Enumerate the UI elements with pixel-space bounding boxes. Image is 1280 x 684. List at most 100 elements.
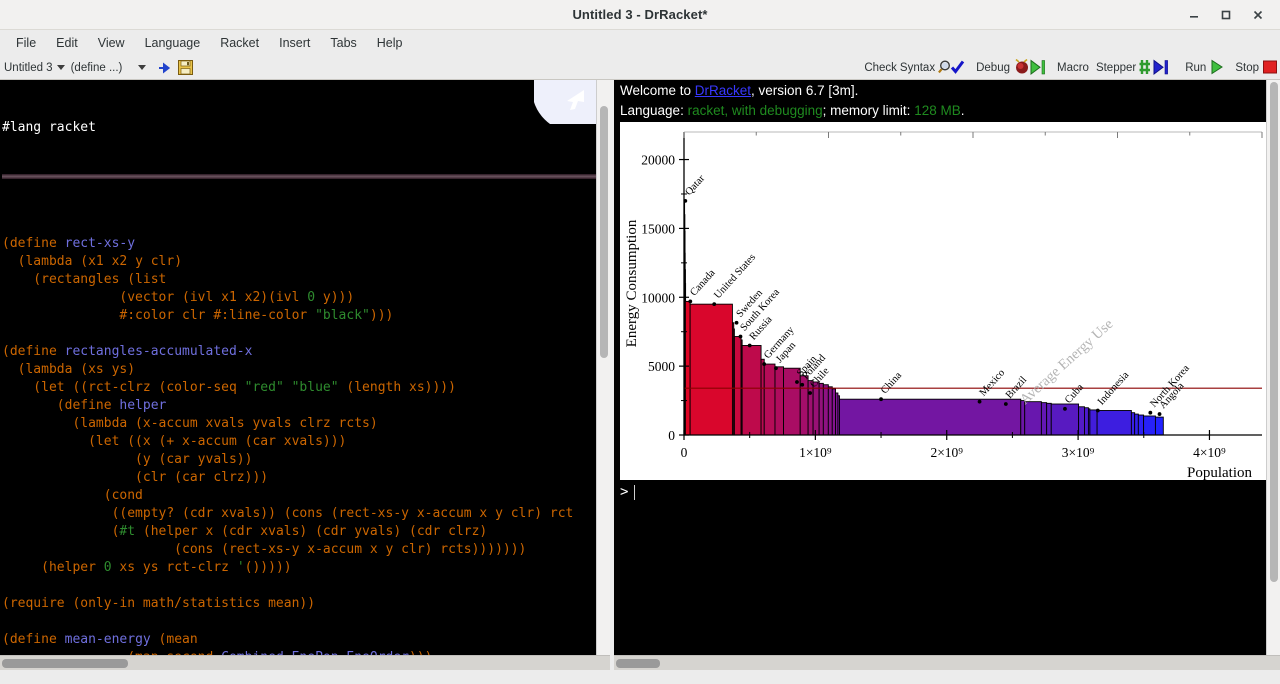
language-value: racket, with debugging — [687, 103, 823, 118]
plot-bar — [818, 382, 824, 436]
code-span: 0 — [307, 290, 316, 305]
definitions-hscroll-thumb[interactable] — [2, 659, 128, 668]
plot-bar — [1143, 415, 1156, 436]
memory-label: ; memory limit: — [822, 103, 915, 118]
code-line: (rectangles (list — [2, 271, 596, 289]
close-icon[interactable] — [1250, 7, 1266, 23]
drracket-link[interactable]: DrRacket — [695, 83, 751, 98]
definitions-horizontal-scrollbar[interactable] — [0, 655, 610, 670]
plot-data-point — [1157, 412, 1162, 416]
goto-arrow-icon[interactable] — [158, 61, 172, 75]
plot-data-point — [1095, 408, 1100, 413]
plot-bar — [783, 367, 801, 436]
code-span: helper — [119, 398, 167, 413]
code-span: ( — [2, 524, 120, 539]
code-editor[interactable]: #lang racket (define rect-xs-y (lambda (… — [0, 80, 596, 655]
code-line: #:color clr #:line-color "black"))) — [2, 307, 596, 325]
menu-language[interactable]: Language — [135, 33, 211, 53]
syntax-label: Syntax — [899, 62, 936, 74]
plot-data-point — [762, 362, 767, 366]
language-label: Language: — [620, 103, 688, 118]
plot-bar — [1130, 412, 1136, 436]
plot-bar — [1096, 410, 1132, 436]
run-button[interactable]: Run — [1182, 59, 1228, 78]
debug-button[interactable]: Debug — [973, 58, 1050, 78]
repl-prompt-row[interactable]: > — [614, 480, 1266, 500]
code-span: (rectangles (list — [2, 272, 167, 287]
code-line: ((empty? (cdr xvals)) (cons (rect-xs-y x… — [2, 505, 596, 523]
x-axis-tick-label: 4×10⁹ — [1193, 445, 1226, 460]
x-axis-tick-label: 3×10⁹ — [1062, 445, 1095, 460]
code-span: #:color clr #:line-color — [2, 308, 316, 323]
definitions-vertical-scrollbar[interactable] — [596, 80, 610, 655]
minimize-icon[interactable] — [1186, 7, 1202, 23]
code-lines: (define rect-xs-y (lambda (x1 x2 y clr) … — [2, 217, 596, 655]
definition-selector-label: (define ...) — [70, 61, 123, 74]
menu-file[interactable]: File — [6, 33, 46, 53]
code-span: (define — [2, 236, 65, 251]
status-bar — [0, 670, 1280, 684]
plot-bar — [827, 386, 833, 436]
x-axis-tick-label: 0 — [681, 445, 688, 460]
code-span: ' — [236, 560, 245, 575]
language-line: Language: racket, with debugging; memory… — [614, 100, 1266, 120]
definition-selector-combo[interactable]: (define ...) — [71, 62, 123, 74]
code-span: (define — [2, 344, 65, 359]
line-period: . — [960, 103, 965, 118]
window-title: Untitled 3 - DrRacket* — [572, 7, 708, 22]
check-syntax-button[interactable]: Check Syntax — [861, 59, 969, 78]
maximize-icon[interactable] — [1218, 7, 1234, 23]
x-axis-tick-label: 2×10⁹ — [930, 445, 963, 460]
code-line: (cons (rect-xs-y x-accum x y clr) rcts))… — [2, 541, 596, 559]
chevron-down-icon — [56, 65, 65, 70]
interactions-hscroll-thumb[interactable] — [616, 659, 660, 668]
code-span: (let ((rct-clrz (color-seq — [2, 380, 245, 395]
code-line: (define helper — [2, 397, 596, 415]
menu-view[interactable]: View — [88, 33, 135, 53]
stop-button[interactable]: Stop — [1232, 59, 1278, 78]
plot-bar — [1154, 416, 1164, 436]
interactions-horizontal-scrollbar[interactable] — [614, 655, 1280, 670]
interactions-vertical-scrollbar[interactable] — [1266, 80, 1280, 655]
code-span: "red" "blue" — [244, 380, 339, 395]
interactions-scroll-thumb[interactable] — [1270, 82, 1278, 582]
code-line: (require (only-in math/statistics mean)) — [2, 595, 596, 613]
menu-racket[interactable]: Racket — [210, 33, 269, 53]
plot-bar — [1134, 413, 1139, 436]
code-span: (cond — [2, 488, 143, 503]
plot-data-point — [795, 380, 799, 384]
code-span: (vector (ivl x1 x2)(ivl — [2, 290, 308, 305]
code-span: (lambda — [2, 254, 81, 269]
menu-help[interactable]: Help — [367, 33, 413, 53]
code-line: (lambda (xs ys) — [2, 361, 596, 379]
save-icon[interactable] — [178, 60, 194, 75]
plot-bar — [774, 366, 784, 436]
menu-edit[interactable]: Edit — [46, 33, 88, 53]
code-line: (cond — [2, 487, 596, 505]
text-cursor — [634, 484, 636, 500]
plot-bar — [839, 398, 1022, 436]
window-controls — [1186, 0, 1274, 30]
y-axis-tick-label: 5000 — [648, 359, 675, 374]
plot-bar — [1046, 402, 1052, 436]
plot-bar — [831, 388, 837, 436]
magnifier-check-icon — [938, 59, 966, 78]
file-selector-combo[interactable]: Untitled 3 — [4, 62, 65, 74]
macro-stepper-button[interactable]: Macro Stepper — [1054, 58, 1178, 78]
code-span: ())))) — [244, 560, 292, 575]
definitions-scroll-thumb[interactable] — [600, 106, 608, 358]
code-line: (let ((rct-clrz (color-seq "red" "blue" … — [2, 379, 596, 397]
menu-insert[interactable]: Insert — [269, 33, 320, 53]
menu-bar: File Edit View Language Racket Insert Ta… — [0, 30, 1280, 56]
memory-value: 128 MB — [914, 103, 961, 118]
plot-bar — [1137, 414, 1145, 436]
menu-tabs[interactable]: Tabs — [320, 33, 366, 53]
code-span: (clr (car clrz))) — [2, 470, 269, 485]
plot-data-point — [800, 382, 805, 387]
code-line: (lambda (x1 x2 y clr) — [2, 253, 596, 271]
plot-data-point — [1003, 402, 1008, 406]
interactions-output[interactable]: Welcome to DrRacket, version 6.7 [3m]. L… — [614, 80, 1266, 655]
definition-chevron-down-icon[interactable] — [138, 65, 147, 70]
